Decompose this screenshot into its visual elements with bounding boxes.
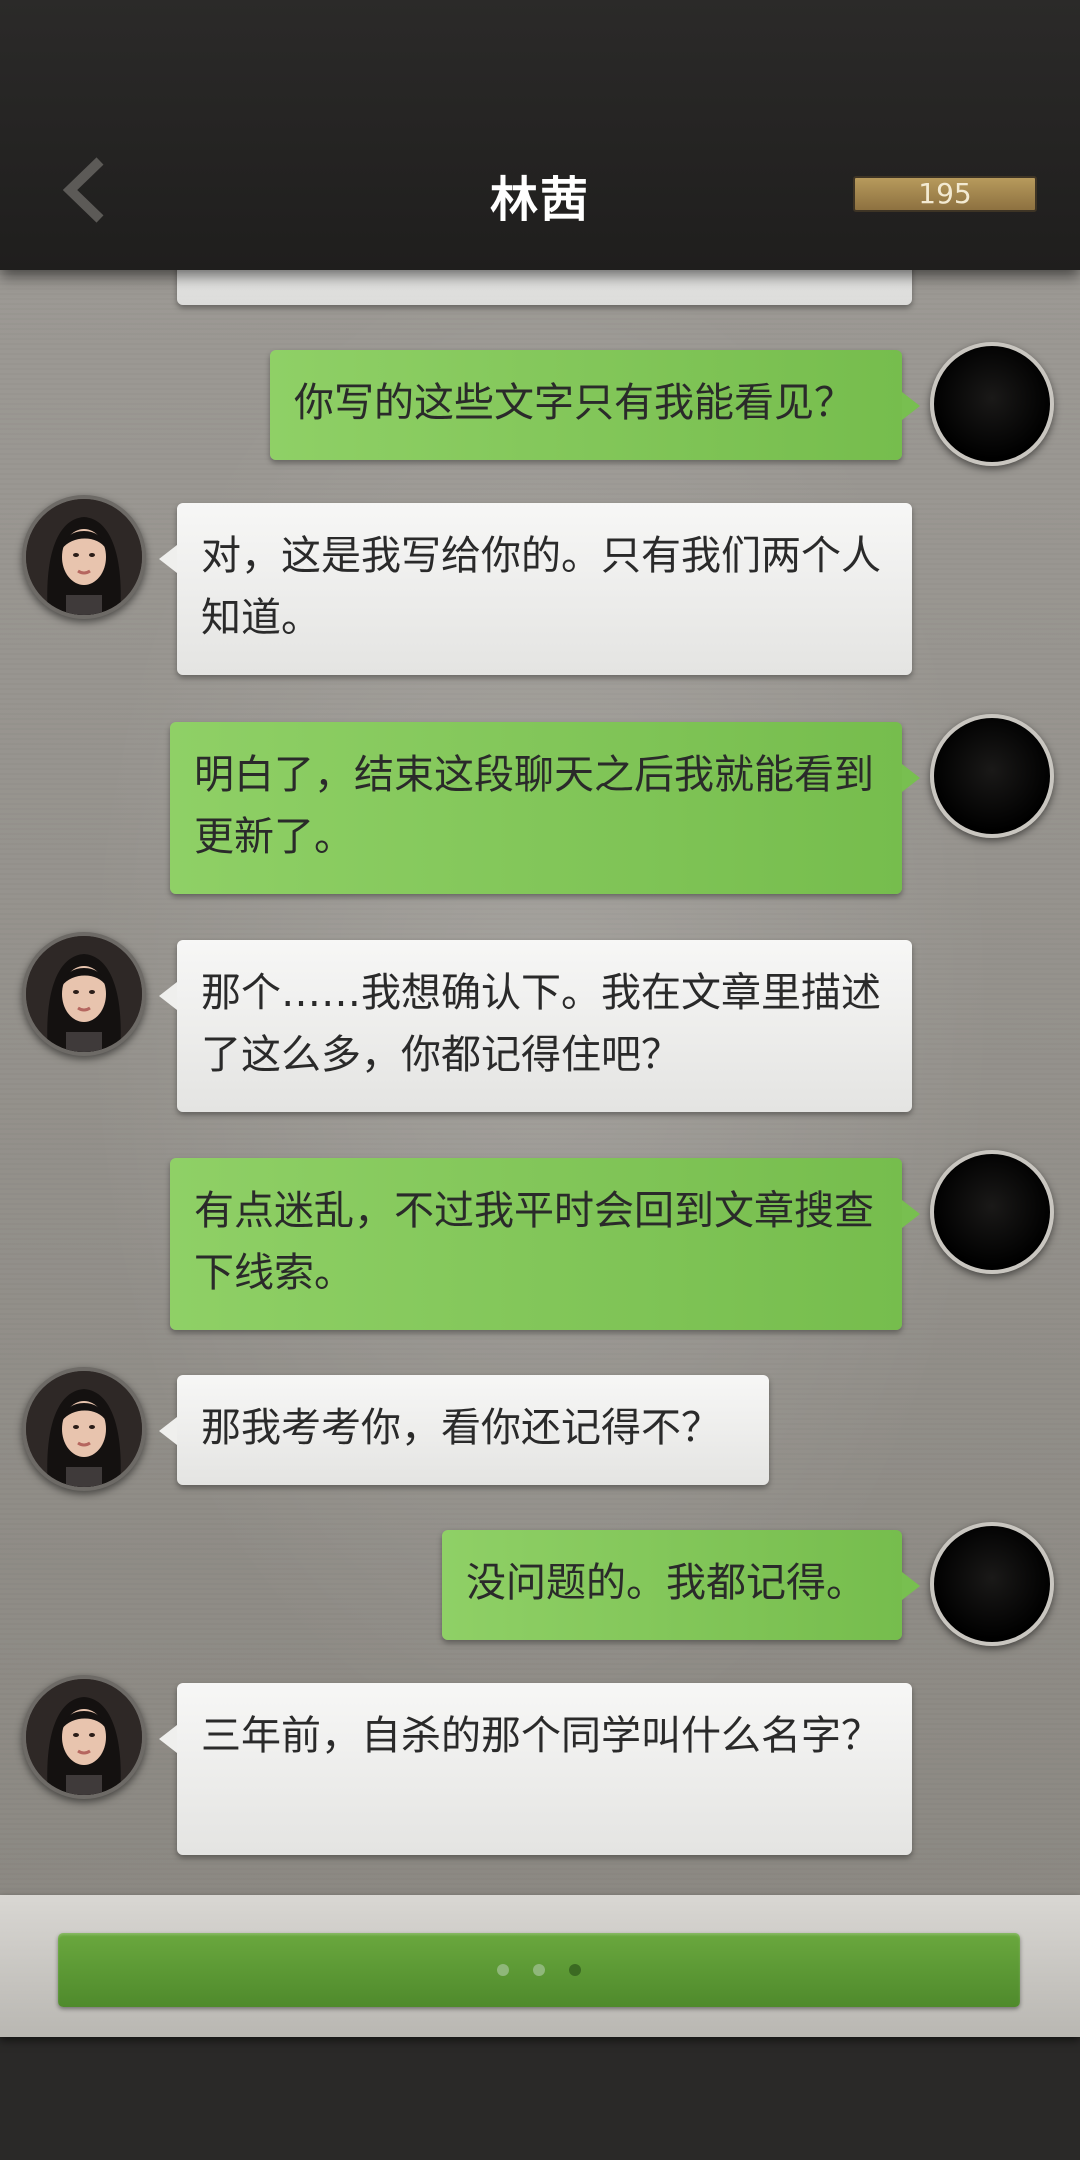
typing-dot: [533, 1964, 545, 1976]
girl-portrait-icon: [26, 1679, 142, 1795]
message-text: 对，这是我写给你的。只有我们两个人知道。: [201, 533, 881, 641]
player-avatar[interactable]: [930, 342, 1054, 466]
message-text: 明白了，结束这段聊天之后我就能看到更新了。: [194, 752, 874, 860]
top-bar: 林茜 195: [0, 0, 1080, 270]
npc-message-bubble: 那我考考你，看你还记得不？: [159, 1375, 769, 1485]
coin-counter: 195: [853, 176, 1037, 212]
message-text: 有点迷乱，不过我平时会回到文章搜查下线索。: [194, 1188, 874, 1296]
npc-avatar[interactable]: [22, 932, 146, 1056]
npc-avatar[interactable]: [22, 1367, 146, 1491]
typing-dot: [497, 1964, 509, 1976]
reply-options-button[interactable]: [58, 1933, 1020, 2007]
player-message-bubble: 你写的这些文字只有我能看见？: [270, 350, 920, 460]
player-avatar[interactable]: [930, 1522, 1054, 1646]
player-message-bubble: 明白了，结束这段聊天之后我就能看到更新了。: [170, 722, 920, 894]
message-text: 那个……我想确认下。我在文章里描述了这么多，你都记得住吧？: [201, 970, 881, 1078]
message-text: 三年前，自杀的那个同学叫什么名字？: [201, 1713, 881, 1759]
player-message-bubble: 没问题的。我都记得。: [442, 1530, 920, 1640]
player-message-bubble: 有点迷乱，不过我平时会回到文章搜查下线索。: [170, 1158, 920, 1330]
message-text: 没问题的。我都记得。: [466, 1560, 866, 1606]
npc-avatar[interactable]: [22, 1675, 146, 1799]
girl-portrait-icon: [26, 1371, 142, 1487]
message-text: 你写的这些文字只有我能看见？: [294, 380, 854, 426]
typing-dot: [569, 1964, 581, 1976]
chat-area[interactable]: 你写的这些文字只有我能看见？ 对，这是我写给你的。只有我们两个人知道。 明白了，…: [0, 270, 1080, 1895]
bottom-panel: [0, 1895, 1080, 2160]
npc-message-bubble: 三年前，自杀的那个同学叫什么名字？: [159, 1683, 912, 1855]
reply-strip: [0, 1895, 1080, 2037]
previous-message-bubble: [177, 270, 912, 305]
girl-portrait-icon: [26, 936, 142, 1052]
message-text: 那我考考你，看你还记得不？: [201, 1405, 721, 1451]
player-avatar[interactable]: [930, 1150, 1054, 1274]
npc-message-bubble: 那个……我想确认下。我在文章里描述了这么多，你都记得住吧？: [159, 940, 912, 1112]
npc-message-bubble: 对，这是我写给你的。只有我们两个人知道。: [159, 503, 912, 675]
npc-avatar[interactable]: [22, 495, 146, 619]
girl-portrait-icon: [26, 499, 142, 615]
player-avatar[interactable]: [930, 714, 1054, 838]
